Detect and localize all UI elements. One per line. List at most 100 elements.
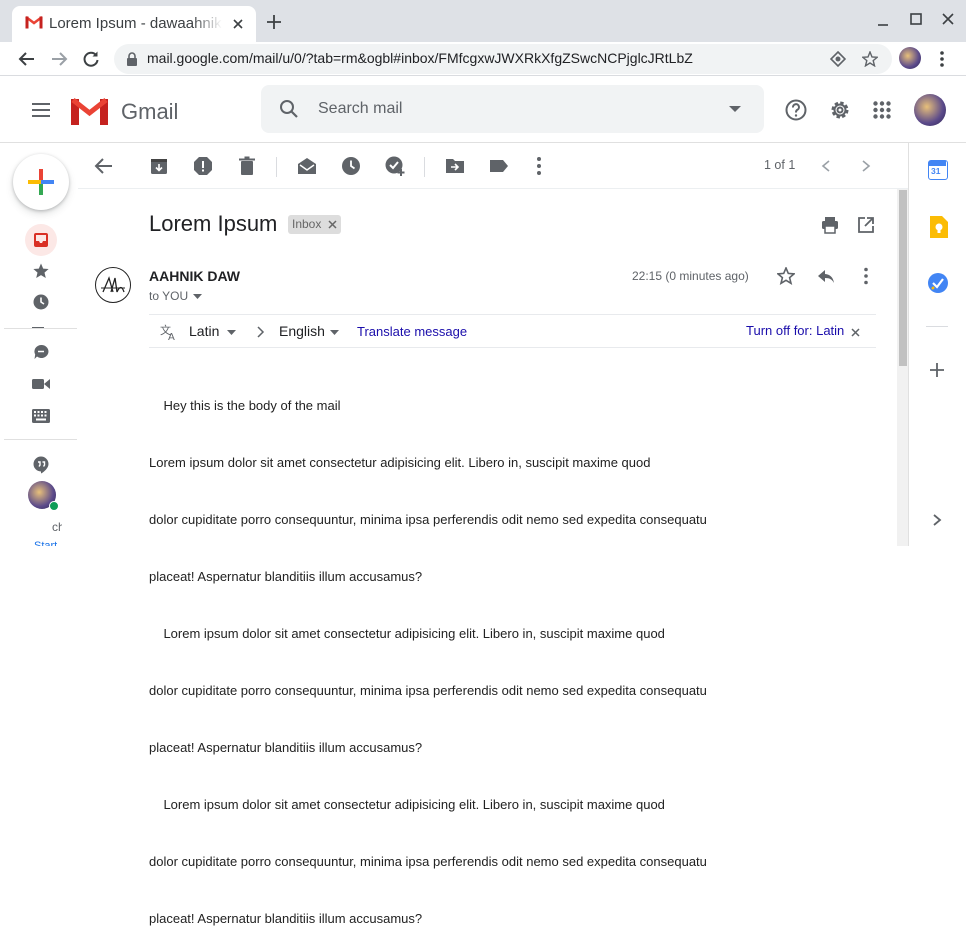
reload-icon[interactable] [82, 50, 100, 68]
inbox-label-text: Inbox [292, 217, 322, 231]
to-language-select[interactable]: English [279, 323, 325, 339]
archive-icon[interactable] [148, 155, 170, 177]
scrollbar-thumb[interactable] [899, 190, 907, 366]
calendar-day: 31 [931, 166, 941, 176]
start-link-partial[interactable]: Start [34, 540, 62, 546]
chat-partial-text: ch [52, 520, 62, 534]
remove-label-icon[interactable] [328, 220, 337, 229]
gmail-header: Gmail Search mail [0, 77, 966, 143]
lock-icon[interactable] [126, 52, 138, 66]
to-language-dropdown-icon[interactable] [330, 330, 339, 335]
report-spam-icon[interactable] [192, 155, 214, 177]
help-icon[interactable] [785, 99, 807, 121]
turn-off-translate-link[interactable]: Turn off for: Latin [746, 323, 844, 338]
inbox-nav[interactable] [25, 224, 57, 256]
newer-chevron-icon[interactable] [820, 159, 832, 173]
recipient-details-icon[interactable] [193, 294, 202, 299]
from-language-select[interactable]: Latin [189, 323, 219, 339]
translate-bar: 文A Latin English Translate message Turn … [149, 314, 876, 348]
translate-message-link[interactable]: Translate message [357, 324, 467, 339]
new-tab-icon[interactable] [266, 14, 282, 30]
apps-grid-icon[interactable] [873, 101, 891, 119]
online-status-dot [49, 501, 59, 511]
gmail-logo-icon[interactable] [71, 97, 108, 125]
snooze-icon[interactable] [340, 155, 362, 177]
compose-button[interactable] [13, 154, 69, 210]
meet-video-icon[interactable] [32, 377, 50, 391]
hide-side-panel-icon[interactable] [932, 513, 942, 527]
email-body: Hey this is the body of the mail Lorem i… [149, 358, 749, 947]
close-tab-icon[interactable] [230, 16, 246, 32]
gmail-favicon-icon [25, 15, 43, 29]
older-chevron-icon[interactable] [860, 159, 872, 173]
settings-gear-icon[interactable] [829, 99, 851, 121]
email-subject: Lorem Ipsum [149, 211, 278, 236]
calendar-icon[interactable]: 31 [928, 160, 948, 180]
inbox-label-chip[interactable]: Inbox [288, 215, 342, 234]
omnibox[interactable]: mail.google.com/mail/u/0/?tab=rm&ogbl#in… [114, 44, 892, 74]
address-bar: mail.google.com/mail/u/0/?tab=rm&ogbl#in… [0, 42, 966, 76]
labels-icon[interactable] [488, 155, 510, 177]
body-line: Lorem ipsum dolor sit amet consectetur a… [149, 797, 665, 812]
close-window-icon[interactable] [941, 12, 955, 26]
keep-icon[interactable] [928, 216, 948, 238]
starred-icon[interactable] [33, 263, 49, 279]
browser-profile-avatar[interactable] [899, 47, 921, 69]
rail-divider [4, 328, 77, 329]
move-to-icon[interactable] [444, 155, 466, 177]
search-icon[interactable] [279, 99, 299, 119]
print-icon[interactable] [821, 216, 839, 234]
add-to-tasks-icon[interactable] [384, 155, 406, 177]
tasks-icon[interactable] [927, 272, 949, 294]
chat-icon[interactable] [33, 344, 49, 360]
extension-icon[interactable] [830, 51, 846, 67]
svg-text:A: A [168, 332, 175, 341]
message-toolbar: 1 of 1 [78, 143, 908, 189]
more-options-icon[interactable] [528, 155, 550, 177]
from-language-dropdown-icon[interactable] [227, 330, 236, 335]
forward-icon[interactable] [50, 50, 68, 68]
back-to-inbox-icon[interactable] [93, 155, 115, 177]
star-icon[interactable] [777, 267, 795, 285]
body-line: placeat! Aspernatur blanditiis illum acc… [149, 740, 423, 755]
gmail-logo-text: Gmail [121, 99, 179, 124]
email-time: 22:15 (0 minutes ago) [632, 269, 749, 283]
body-line: Lorem ipsum dolor sit amet consectetur a… [149, 626, 665, 641]
mark-unread-icon[interactable] [296, 155, 318, 177]
bookmark-star-icon[interactable] [862, 51, 878, 67]
sender-name[interactable]: AAHNIK DAW [149, 268, 240, 284]
delete-icon[interactable] [236, 155, 258, 177]
url-text[interactable]: mail.google.com/mail/u/0/?tab=rm&ogbl#in… [147, 50, 693, 66]
side-panel-divider [926, 326, 948, 327]
left-rail: ch Start [0, 143, 78, 546]
recipient-text: to YOU [149, 289, 189, 303]
snoozed-icon[interactable] [33, 294, 49, 310]
message-more-icon[interactable] [857, 267, 875, 285]
browser-tab[interactable]: Lorem Ipsum - dawaahnik [12, 6, 256, 42]
search-input[interactable]: Search mail [318, 100, 402, 118]
open-new-window-icon[interactable] [857, 216, 875, 234]
main-menu-icon[interactable] [31, 102, 51, 118]
search-box[interactable]: Search mail [261, 85, 764, 133]
body-line: dolor cupiditate porro consequuntur, min… [149, 854, 707, 869]
browser-menu-icon[interactable] [940, 51, 944, 67]
get-addons-plus-icon[interactable] [930, 363, 944, 377]
side-panel: 31 [908, 143, 966, 546]
body-line: dolor cupiditate porro consequuntur, min… [149, 683, 707, 698]
body-line: Hey this is the body of the mail [149, 398, 341, 413]
minimize-icon[interactable] [876, 14, 890, 28]
rail-divider-2 [4, 439, 77, 440]
body-line: placeat! Aspernatur blanditiis illum acc… [149, 569, 423, 584]
back-icon[interactable] [18, 50, 36, 68]
sender-avatar[interactable] [95, 267, 131, 303]
browser-tab-bar: Lorem Ipsum - dawaahnik [0, 0, 966, 42]
translate-arrow-icon [257, 326, 265, 338]
keyboard-icon[interactable] [32, 409, 50, 423]
account-avatar[interactable] [914, 94, 946, 126]
maximize-icon[interactable] [909, 12, 923, 26]
close-translate-icon[interactable] [851, 328, 860, 337]
translate-icon: 文A [160, 323, 178, 341]
reply-icon[interactable] [817, 267, 835, 285]
search-options-icon[interactable] [729, 106, 741, 112]
hangouts-icon[interactable] [33, 456, 49, 474]
